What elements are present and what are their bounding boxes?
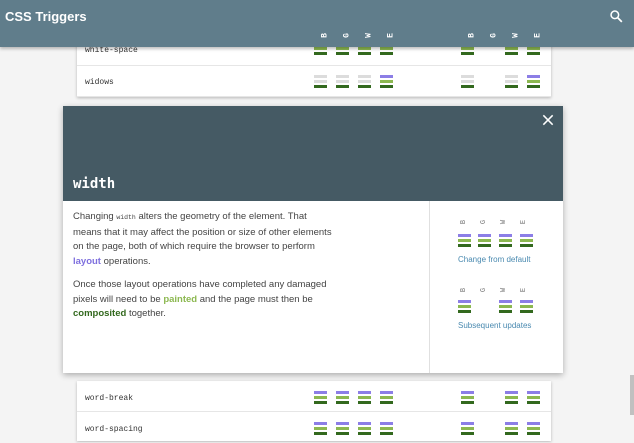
- close-icon[interactable]: [541, 113, 555, 127]
- col-b: B: [467, 33, 477, 38]
- description-paragraph: Changing width alters the geometry of th…: [73, 211, 332, 267]
- col-w: W: [511, 33, 521, 38]
- table-row[interactable]: word-break: [77, 381, 551, 412]
- scrollbar[interactable]: [630, 375, 634, 415]
- table-row[interactable]: word-spacing: [77, 412, 551, 443]
- property-name: word-break: [85, 394, 134, 403]
- col-w: W: [364, 33, 374, 38]
- property-detail-card: width Changing width alters the geometry…: [63, 106, 563, 373]
- property-list: word-break word-spacing: [77, 381, 551, 443]
- card-header: width: [63, 106, 563, 201]
- property-name: word-spacing: [85, 425, 143, 434]
- property-name: widows: [85, 78, 114, 87]
- property-description: Changing width alters the geometry of th…: [73, 210, 335, 331]
- update-caption: Subsequent updates: [458, 321, 532, 330]
- col-g: G: [342, 33, 352, 38]
- change-caption: Change from default: [458, 255, 531, 264]
- col-g: G: [489, 33, 499, 38]
- app-bar: CSS Triggers B G W E B G W E: [0, 0, 634, 47]
- col-b: B: [320, 33, 330, 38]
- table-row[interactable]: widows: [77, 66, 551, 97]
- paint-keyword: painted: [163, 293, 198, 305]
- layout-keyword: layout: [73, 255, 101, 267]
- description-paragraph: Once those layout operations have comple…: [73, 279, 327, 319]
- property-title: width: [73, 176, 116, 192]
- col-e: E: [533, 33, 543, 38]
- col-e: E: [386, 33, 396, 38]
- composite-keyword: composited: [73, 308, 127, 319]
- divider: [429, 201, 430, 373]
- search-icon[interactable]: [609, 9, 623, 23]
- property-name: white-space: [85, 46, 138, 55]
- app-title: CSS Triggers: [5, 9, 87, 24]
